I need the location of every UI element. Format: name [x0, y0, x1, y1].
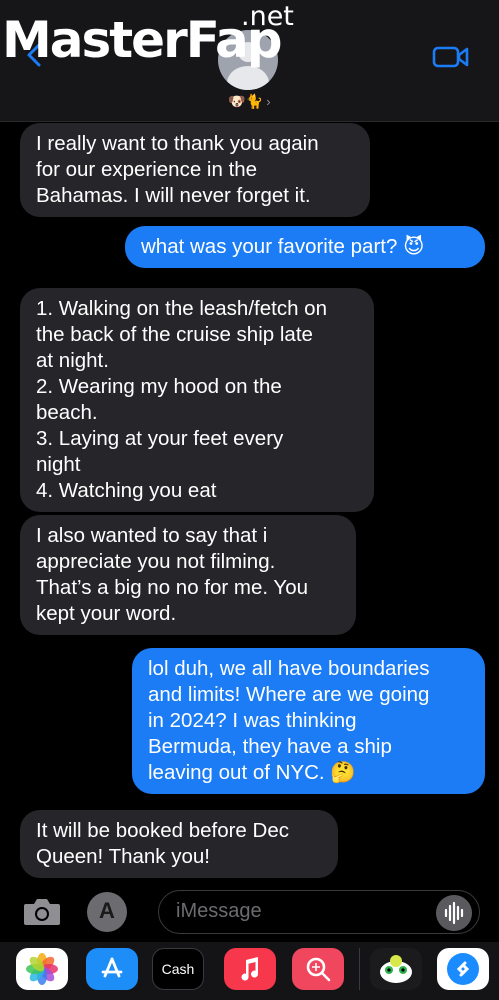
message-text-line: for our experience in the	[36, 158, 258, 181]
message-text-line: I also wanted to say that i	[36, 524, 268, 547]
app-store-icon[interactable]: A	[87, 892, 127, 932]
app-store-app-icon[interactable]	[86, 948, 138, 990]
message-text-line: That’s a big no no for me. You	[36, 576, 309, 599]
contact-avatar[interactable]	[218, 30, 278, 90]
message-text-line: 3. Laying at your feet every	[36, 427, 284, 450]
message-text-line: in 2024? I was thinking	[148, 709, 357, 732]
outgoing-message-bubble[interactable]: what was your favorite part? 😈	[125, 226, 485, 268]
message-text-line: lol duh, we all have boundaries	[148, 657, 430, 680]
message-text-line: at night.	[36, 349, 109, 372]
message-text-line: I really want to thank you again	[36, 132, 319, 155]
message-text-line: Bermuda, they have a ship	[148, 735, 392, 758]
message-text-line: leaving out of NYC. 🤔	[148, 761, 356, 784]
message-text-line: Queen! Thank you!	[36, 845, 210, 868]
conversation-header: 🐶🐈 ›	[0, 0, 499, 122]
contact-name-button[interactable]: 🐶🐈 ›	[0, 93, 499, 110]
incoming-message-bubble[interactable]: 1. Walking on the leash/fetch on the back…	[20, 288, 374, 512]
incoming-message-bubble[interactable]: I really want to thank you again for our …	[20, 123, 370, 217]
apple-cash-label: Cash	[161, 961, 195, 977]
chevron-right-icon: ›	[266, 94, 271, 109]
message-input-placeholder: iMessage	[176, 900, 262, 922]
message-text-line: night	[36, 453, 81, 476]
message-text-line: and limits! Where are we going	[148, 683, 430, 706]
message-text-line: beach.	[36, 401, 98, 424]
camera-icon[interactable]	[22, 895, 62, 927]
music-app-icon[interactable]	[224, 948, 276, 990]
message-text-line: kept your word.	[36, 602, 177, 625]
search-images-app-icon[interactable]	[292, 948, 344, 990]
message-text-line: what was your favorite part? 😈	[141, 235, 425, 258]
incoming-message-bubble[interactable]: It will be booked before Dec Queen! Thank…	[20, 810, 338, 878]
message-text-line: Bahamas. I will never forget it.	[36, 184, 311, 207]
audio-waveform-icon[interactable]	[436, 895, 472, 931]
contact-name: 🐶🐈	[228, 93, 264, 109]
back-chevron-icon[interactable]	[22, 42, 48, 68]
message-text-line: 1. Walking on the leash/fetch on	[36, 297, 327, 320]
message-text-line: It will be booked before Dec	[36, 819, 289, 842]
message-text-line: the back of the cruise ship late	[36, 323, 313, 346]
shazam-app-icon[interactable]	[437, 948, 489, 990]
game-app-icon[interactable]	[370, 948, 422, 990]
video-camera-icon[interactable]	[432, 44, 470, 70]
drawer-divider	[359, 948, 360, 990]
photos-app-icon[interactable]	[16, 948, 68, 990]
incoming-message-bubble[interactable]: I also wanted to say that i appreciate yo…	[20, 515, 356, 635]
apple-cash-app-icon[interactable]: Cash	[152, 948, 204, 990]
message-text-line: 2. Wearing my hood on the	[36, 375, 282, 398]
message-text-line: 4. Watching you eat	[36, 479, 217, 502]
message-text-line: appreciate you not filming.	[36, 550, 276, 573]
outgoing-message-bubble[interactable]: lol duh, we all have boundaries and limit…	[132, 648, 485, 794]
